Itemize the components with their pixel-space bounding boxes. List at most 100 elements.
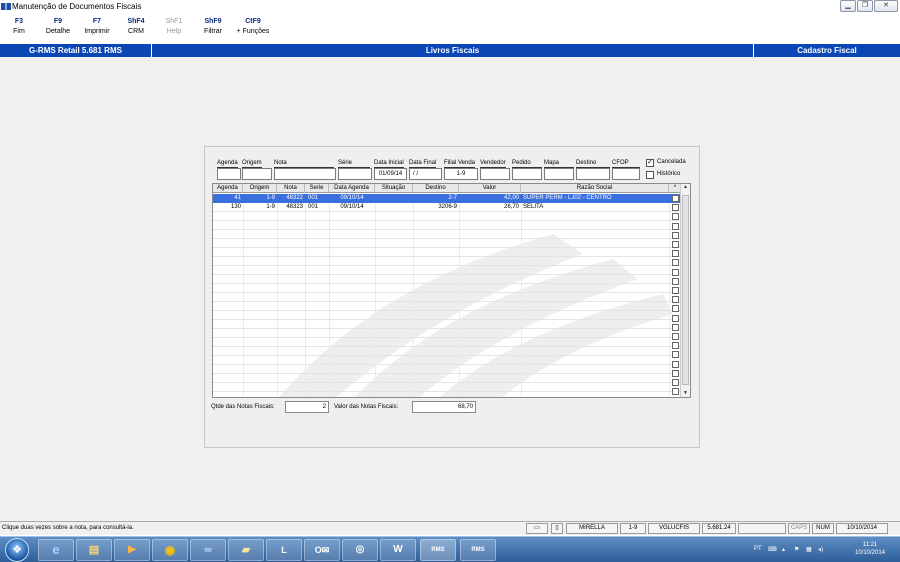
keyboard-tray-icon[interactable]: ⌨ xyxy=(768,546,777,553)
scroll-down-icon[interactable]: ▼ xyxy=(681,390,690,396)
cell-destino: 2-7 xyxy=(448,195,457,201)
agenda-input[interactable] xyxy=(217,168,241,180)
serie-input[interactable] xyxy=(338,168,372,180)
flag-icon[interactable]: ⚑ xyxy=(794,546,799,553)
cell-destino: 3206-9 xyxy=(438,204,457,210)
row-checkbox[interactable] xyxy=(672,231,679,239)
show-hidden-icon[interactable]: ▴ xyxy=(782,546,785,553)
row-checkbox[interactable] xyxy=(672,250,679,258)
table-row[interactable]: 130 1-9 48323 001 09/10/14 3206-9 26,70 … xyxy=(213,203,681,212)
column-header[interactable]: Agenda xyxy=(213,184,243,193)
row-checkbox[interactable] xyxy=(672,259,679,267)
app-icon-2[interactable]: ◎ xyxy=(342,539,378,561)
row-checkbox[interactable] xyxy=(672,296,679,304)
cell-origem: 1-9 xyxy=(266,204,275,210)
cfop-input[interactable] xyxy=(612,168,640,180)
column-header[interactable]: Serie xyxy=(305,184,329,193)
status-message: Clique duas vezes sobre a nota, para con… xyxy=(2,525,134,531)
row-checkbox[interactable] xyxy=(672,388,679,396)
row-checkbox[interactable] xyxy=(672,287,679,294)
network-icon[interactable]: ▦ xyxy=(806,546,812,553)
chrome-icon[interactable]: ◉ xyxy=(152,539,188,561)
column-header[interactable]: Data Agenda xyxy=(329,184,375,193)
nota-input[interactable] xyxy=(274,168,336,180)
grid-divider xyxy=(305,193,306,397)
outlook-icon[interactable]: O✉ xyxy=(304,539,340,561)
column-header[interactable]: Origem xyxy=(243,184,277,193)
vendedor-input[interactable] xyxy=(480,168,510,180)
filial-venda-input[interactable]: 1-9 xyxy=(444,168,478,180)
media-player-icon[interactable]: ▶ xyxy=(114,539,150,561)
row-checkbox[interactable] xyxy=(672,305,679,313)
fkey-crm[interactable]: ShF4 CRM xyxy=(118,18,154,35)
filter-label: Vendedor xyxy=(480,160,506,168)
explorer-icon[interactable]: ▤ xyxy=(76,539,112,561)
lync-icon[interactable]: L xyxy=(266,539,302,561)
start-button[interactable]: ❖ xyxy=(5,538,29,562)
cell-valor: 26,70 xyxy=(503,204,519,210)
fkey-detalhe[interactable]: F9 Detalhe xyxy=(40,18,76,35)
rms-task-1[interactable]: RMS xyxy=(420,539,456,561)
fkey-mais-funcoes[interactable]: CtF9 + Funções xyxy=(233,18,273,35)
filter-data-inicial: Data Inicial 01/09/14 xyxy=(374,159,407,180)
row-checkbox[interactable] xyxy=(672,277,679,285)
column-header[interactable]: Nota xyxy=(277,184,305,193)
column-header[interactable]: Valor xyxy=(459,184,521,193)
data-inicial-input[interactable]: 01/09/14 xyxy=(374,168,407,180)
restore-button[interactable]: ❐ xyxy=(857,0,873,12)
cell-valor: 42,00 xyxy=(503,195,519,201)
keyboard-icon[interactable]: ▭ xyxy=(526,523,548,534)
word-icon[interactable]: W xyxy=(380,539,416,561)
cell-data-agenda: 09/10/14 xyxy=(340,195,364,201)
grid-row-line xyxy=(213,292,681,293)
column-header[interactable]: Situação xyxy=(375,184,413,193)
row-checkbox[interactable] xyxy=(672,204,679,212)
grid-row-line xyxy=(213,319,681,320)
grid-divider xyxy=(669,193,670,397)
fkey-imprimir[interactable]: F7 Imprimir xyxy=(79,18,115,35)
row-checkbox[interactable] xyxy=(672,222,679,230)
row-checkbox[interactable] xyxy=(672,369,679,377)
row-checkbox[interactable] xyxy=(672,195,679,202)
row-checkbox[interactable] xyxy=(672,333,679,340)
row-checkbox[interactable] xyxy=(672,351,679,359)
filter-mapa: Mapa xyxy=(544,159,574,180)
row-checkbox[interactable] xyxy=(672,379,679,386)
status-caps: CAPS xyxy=(788,523,810,534)
destino-input[interactable] xyxy=(576,168,610,180)
windows-logo-icon: ❖ xyxy=(12,544,22,556)
ie-icon[interactable]: e xyxy=(38,539,74,561)
language-indicator[interactable]: PT xyxy=(754,546,762,552)
scroll-thumb[interactable] xyxy=(682,195,689,385)
rms-task-2[interactable]: RMS xyxy=(460,539,496,561)
vertical-scrollbar[interactable]: ▲ ▼ xyxy=(680,184,690,397)
row-checkbox[interactable] xyxy=(672,342,679,350)
row-checkbox[interactable] xyxy=(672,241,679,248)
clock[interactable]: 11:21 10/10/2014 xyxy=(848,541,892,557)
row-checkbox[interactable] xyxy=(672,213,679,221)
app-icon[interactable]: ∞ xyxy=(190,539,226,561)
row-checkbox[interactable] xyxy=(672,360,679,368)
fkey-help[interactable]: ShF1 Help xyxy=(156,18,192,35)
origem-input[interactable] xyxy=(242,168,272,180)
grid-row-line xyxy=(213,328,681,329)
fkey-fim[interactable]: F3 Fim xyxy=(1,18,37,35)
volume-icon[interactable]: ◂) xyxy=(818,546,823,553)
document-icon[interactable]: ▯ xyxy=(551,523,563,534)
fkey-filtrar[interactable]: ShF9 Filtrar xyxy=(195,18,231,35)
row-checkbox[interactable] xyxy=(672,314,679,322)
table-row[interactable]: 41 1-9 48322 001 09/10/14 2-7 42,00 SUPE… xyxy=(213,194,681,203)
row-checkbox[interactable] xyxy=(672,323,679,331)
column-header[interactable]: Destino xyxy=(413,184,459,193)
column-header[interactable]: Razão Social xyxy=(521,184,669,193)
scroll-up-icon[interactable]: ▲ xyxy=(681,184,690,190)
pedido-input[interactable] xyxy=(512,168,542,180)
folder-icon[interactable]: ▰ xyxy=(228,539,264,561)
mapa-input[interactable] xyxy=(544,168,574,180)
close-button[interactable]: ✕ xyxy=(874,0,898,12)
minimize-button[interactable]: ▁ xyxy=(840,0,856,12)
filter-label: Filial Venda xyxy=(444,160,476,168)
row-checkbox[interactable] xyxy=(672,268,679,276)
data-final-input[interactable]: / / xyxy=(409,168,442,180)
documents-table[interactable]: Agenda Origem Nota Serie Data Agenda Sit… xyxy=(212,183,691,398)
